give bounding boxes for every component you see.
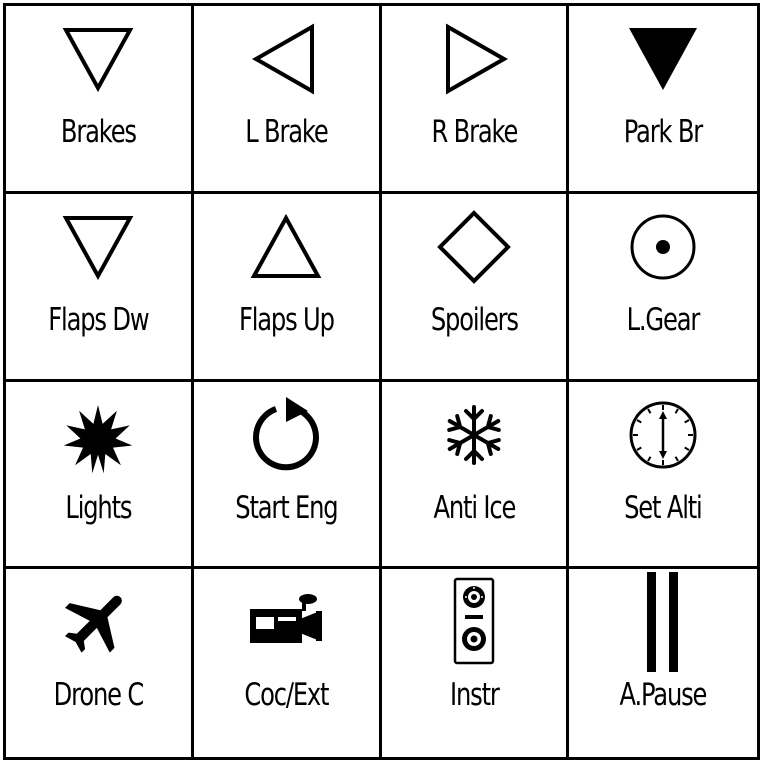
triangle-down-outline-icon [6, 204, 191, 290]
circle-dot-icon [569, 204, 757, 290]
button-label: Set Alti [624, 489, 703, 526]
parking-brake-button[interactable]: Park Br [569, 6, 757, 194]
button-label: Park Br [623, 114, 703, 150]
left-brake-button[interactable]: L Brake [193, 6, 382, 194]
button-label: R Brake [431, 114, 518, 150]
rotate-arrow-icon [194, 392, 379, 478]
starburst-icon [6, 392, 191, 478]
button-label: Anti Ice [433, 489, 516, 526]
button-label: Coc/Ext [244, 677, 329, 714]
cockpit-external-view-button[interactable]: Coc/Ext [194, 569, 382, 757]
button-label: Start Eng [235, 489, 338, 526]
snowflake-icon [382, 392, 567, 478]
button-label: Drone C [53, 677, 145, 714]
flaps-up-button[interactable]: Flaps Up [193, 193, 382, 382]
drone-camera-button[interactable]: Drone C [6, 569, 194, 757]
triangle-left-outline-icon [194, 16, 379, 102]
video-camera-icon [194, 579, 379, 665]
flaps-down-button[interactable]: Flaps Dw [6, 193, 194, 382]
button-label: Spoilers [430, 301, 518, 338]
triangle-down-filled-icon [569, 16, 757, 102]
triangle-up-outline-icon [194, 204, 379, 290]
altimeter-dial-icon [569, 392, 757, 478]
set-altimeter-button[interactable]: Set Alti [569, 382, 757, 570]
airplane-icon [6, 579, 191, 665]
button-label: Flaps Up [238, 301, 335, 338]
spoilers-button[interactable]: Spoilers [381, 193, 570, 382]
instrument-panel-icon [382, 578, 567, 665]
triangle-down-outline-icon [6, 16, 191, 102]
triangle-right-outline-icon [382, 16, 567, 102]
right-brake-button[interactable]: R Brake [381, 6, 570, 194]
lights-button[interactable]: Lights [6, 381, 194, 570]
instruments-button[interactable]: Instr [382, 569, 570, 757]
diamond-outline-icon [382, 204, 567, 290]
button-label: Lights [65, 489, 132, 526]
active-pause-button[interactable]: A.Pause [569, 569, 757, 757]
button-label: Instr [449, 677, 500, 714]
button-label: Flaps Dw [48, 301, 149, 338]
button-label: Brakes [60, 114, 137, 150]
button-label: L.Gear [626, 301, 701, 338]
button-grid: Brakes L Brake R Brake Park Br Flaps Dw … [3, 3, 760, 760]
button-label: A.Pause [619, 677, 708, 714]
start-engine-button[interactable]: Start Eng [193, 381, 382, 570]
anti-ice-button[interactable]: Anti Ice [381, 381, 570, 570]
button-label: L Brake [244, 114, 329, 150]
landing-gear-button[interactable]: L.Gear [569, 194, 757, 382]
brakes-button[interactable]: Brakes [6, 6, 194, 194]
pause-bars-icon [569, 572, 757, 673]
